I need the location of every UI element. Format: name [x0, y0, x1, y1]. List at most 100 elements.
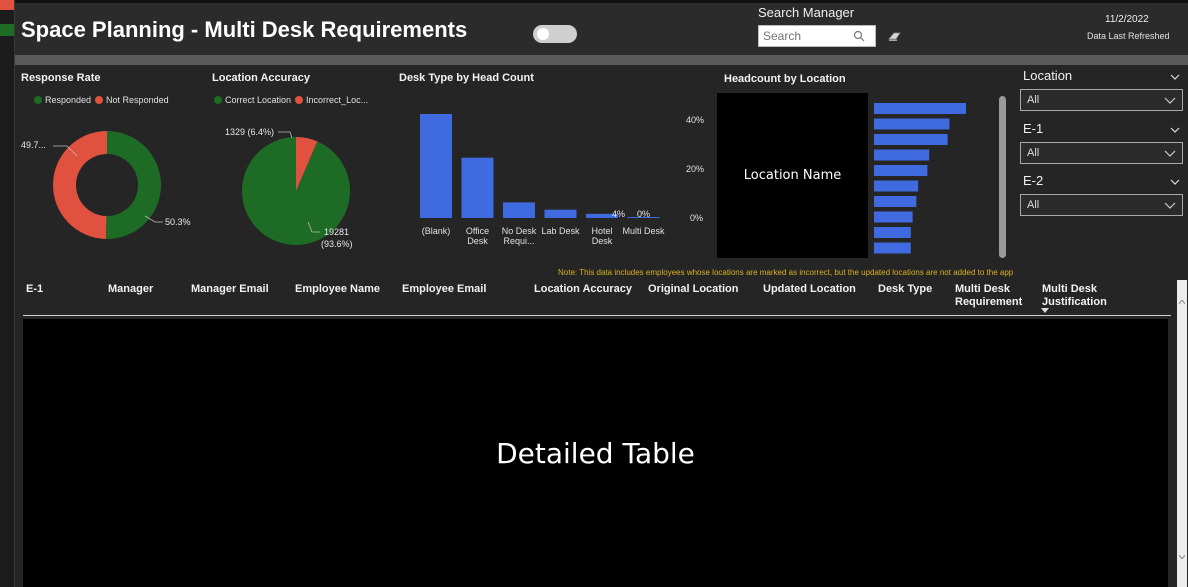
desk-category-label: Lab Desk — [541, 226, 580, 236]
chevron-down-icon[interactable] — [1170, 126, 1180, 134]
chevron-down-icon — [1164, 150, 1176, 157]
donut-slice-responded[interactable] — [105, 131, 161, 239]
headcount-bar-8[interactable] — [874, 227, 911, 238]
chevron-down-icon[interactable] — [1170, 73, 1180, 81]
legend-dot-not-responded — [95, 96, 104, 104]
column-header-multi-desk-justification[interactable]: Multi Desk Justification — [1042, 283, 1118, 309]
column-header-e1[interactable]: E-1 — [26, 283, 43, 296]
slicer-e1-value: All — [1027, 147, 1040, 159]
column-header-original-location[interactable]: Original Location — [648, 283, 738, 296]
headcount-bar-1[interactable] — [874, 118, 950, 130]
hl-tick-0: 0% — [690, 213, 704, 223]
slicer-location-title: Location — [1023, 68, 1073, 83]
header-divider — [15, 55, 1188, 65]
desk-type-categories: (Blank) Office Desk No Desk Requi... Lab De… — [410, 226, 670, 262]
desk-category-label: (Blank) — [421, 226, 451, 236]
desk-bar-1[interactable] — [461, 157, 494, 218]
desk-bar-2[interactable] — [503, 202, 535, 218]
data-note: Note: This data includes employees whose… — [558, 268, 1014, 277]
column-header-employee-email[interactable]: Employee Email — [402, 283, 486, 296]
refresh-date: 11/2/2022 — [1105, 14, 1149, 25]
legend-dot-incorrect — [295, 96, 304, 104]
location-accuracy-pie[interactable] — [210, 118, 400, 258]
headcount-bar-2[interactable] — [874, 134, 948, 145]
slicer-e1-title: E-1 — [1023, 121, 1044, 136]
refresh-label: Data Last Refreshed — [1087, 31, 1170, 41]
donut-slice-not-responded[interactable] — [52, 131, 107, 239]
hl-tick-20: 20% — [686, 164, 705, 174]
headcount-bar-6[interactable] — [874, 196, 917, 207]
edge-green-marker — [0, 24, 14, 36]
headcount-scrollbar[interactable] — [999, 96, 1006, 258]
desk-category-label: Multi Desk — [622, 226, 665, 236]
column-header-updated-location[interactable]: Updated Location — [763, 283, 856, 296]
desk-category-label: Office Desk — [465, 226, 490, 246]
headcount-location-title: Headcount by Location — [724, 73, 846, 85]
page-title: Space Planning - Multi Desk Requirements — [21, 17, 468, 42]
response-rate-label-responded: 50.3% — [165, 217, 191, 227]
sort-descending-icon[interactable] — [1041, 308, 1049, 313]
desk-type-title: Desk Type by Head Count — [399, 72, 534, 84]
headcount-bar-4[interactable] — [874, 165, 928, 176]
desk-type-bar-chart[interactable] — [410, 100, 670, 222]
slicer-e2-title: E-2 — [1023, 173, 1044, 188]
desk-label-multi: 0% — [637, 209, 651, 219]
toggle-switch[interactable] — [533, 25, 577, 43]
slicer-e1-dropdown[interactable]: All — [1020, 142, 1183, 164]
legend-label-incorrect[interactable]: Incorrect_Loc... — [306, 95, 368, 105]
detailed-table[interactable]: Detailed Table — [23, 319, 1168, 587]
eraser-icon[interactable] — [888, 31, 902, 41]
search-input[interactable] — [763, 28, 849, 44]
slicer-location-value: All — [1027, 94, 1040, 106]
search-icon[interactable] — [853, 30, 865, 42]
headcount-bar-3[interactable] — [874, 149, 930, 161]
response-rate-donut[interactable] — [15, 118, 205, 248]
headcount-bar-7[interactable] — [874, 211, 913, 223]
desk-label-hotel: 4% — [612, 209, 626, 219]
left-edge — [0, 0, 15, 587]
slicer-e2-value: All — [1027, 199, 1040, 211]
location-name-placeholder: Location Name — [743, 168, 842, 183]
search-manager-label: Search Manager — [758, 5, 855, 20]
column-header-manager-email[interactable]: Manager Email — [191, 283, 269, 296]
scroll-up-icon[interactable] — [1179, 300, 1185, 304]
table-scrollbar[interactable] — [1177, 280, 1187, 587]
desk-category-label: No Desk Requi... — [501, 226, 537, 246]
legend-label-responded[interactable]: Responded — [45, 95, 91, 105]
response-rate-title: Response Rate — [21, 72, 101, 84]
headcount-bar-9[interactable] — [874, 242, 911, 254]
legend-dot-responded — [34, 96, 42, 104]
column-header-location-accuracy[interactable]: Location Accuracy — [534, 283, 632, 296]
column-header-multi-desk-requirement[interactable]: Multi Desk Requirement — [955, 283, 1033, 309]
location-accuracy-label-correct-pct: (93.6%) — [321, 239, 353, 249]
desk-bar-0[interactable] — [420, 114, 452, 218]
headcount-location-bar-chart[interactable] — [873, 100, 973, 255]
chevron-down-icon[interactable] — [1170, 178, 1180, 186]
slicer-location-dropdown[interactable]: All — [1020, 89, 1183, 111]
location-accuracy-label-incorrect: 1329 (6.4%) — [225, 127, 275, 137]
slicer-e2-dropdown[interactable]: All — [1020, 194, 1183, 216]
desk-category-label: Hotel Desk — [591, 226, 613, 246]
table-header-rule — [23, 315, 1171, 316]
headcount-bar-0[interactable] — [874, 103, 966, 114]
location-accuracy-legend: Correct Location Incorrect_Loc... — [214, 95, 368, 105]
legend-label-not-responded[interactable]: Not Responded — [106, 95, 169, 105]
column-header-desk-type[interactable]: Desk Type — [878, 283, 932, 296]
scroll-down-icon[interactable] — [1179, 555, 1185, 559]
chevron-down-icon — [1164, 202, 1176, 209]
legend-dot-correct — [214, 96, 222, 104]
legend-label-correct[interactable]: Correct Location — [225, 95, 291, 105]
hl-tick-40: 40% — [686, 115, 705, 125]
column-header-manager[interactable]: Manager — [108, 283, 153, 296]
search-box[interactable] — [758, 25, 876, 47]
location-name-panel[interactable]: Location Name — [717, 93, 868, 258]
edge-red-marker — [0, 0, 14, 10]
desk-bar-3[interactable] — [544, 209, 577, 218]
location-accuracy-label-correct-count: 19281 — [324, 227, 350, 237]
column-header-employee-name[interactable]: Employee Name — [295, 283, 380, 296]
chevron-down-icon — [1164, 97, 1176, 104]
headcount-bar-5[interactable] — [874, 180, 919, 192]
detailed-table-placeholder: Detailed Table — [496, 436, 695, 470]
response-rate-label-not-responded: 49.7... — [21, 140, 47, 150]
response-rate-legend: Responded Not Responded — [34, 95, 169, 105]
